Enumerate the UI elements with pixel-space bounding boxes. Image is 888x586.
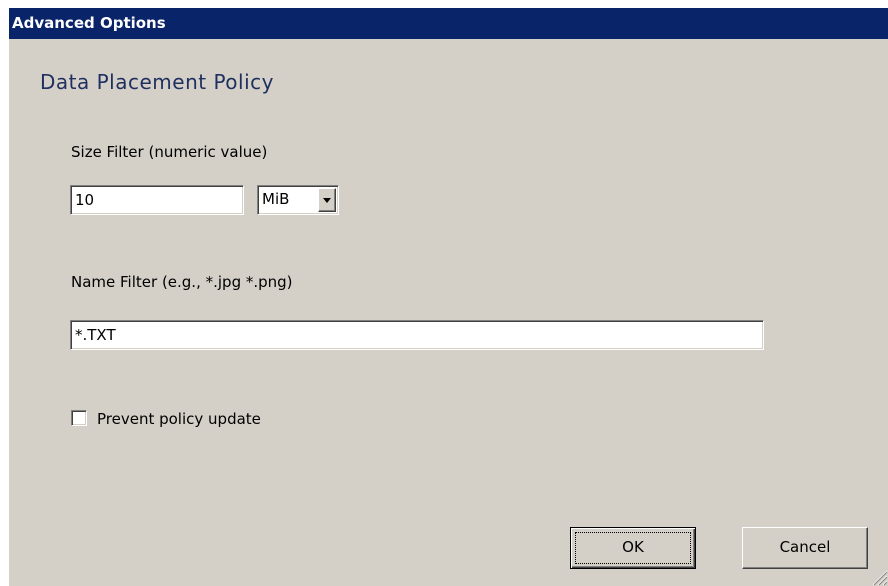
cancel-button[interactable]: Cancel [742, 527, 868, 569]
cancel-button-label: Cancel [779, 538, 831, 556]
size-filter-input[interactable]: 10 [70, 185, 244, 215]
dialog-title: Advanced Options [12, 14, 166, 32]
section-title: Data Placement Policy [40, 70, 274, 94]
size-unit-value: MiB [262, 190, 290, 208]
resize-grip-icon[interactable] [870, 568, 888, 586]
ok-button-label: OK [622, 538, 644, 556]
name-filter-input[interactable]: *.TXT [70, 320, 764, 350]
name-filter-label: Name Filter (e.g., *.jpg *.png) [71, 273, 293, 291]
prevent-policy-update-checkbox[interactable] [71, 410, 87, 426]
prevent-policy-update-label: Prevent policy update [97, 410, 261, 428]
chevron-down-icon[interactable] [318, 188, 336, 212]
size-unit-dropdown[interactable]: MiB [257, 185, 339, 215]
ok-button[interactable]: OK [570, 527, 696, 569]
dialog-title-bar[interactable]: Advanced Options [9, 8, 888, 39]
size-filter-label: Size Filter (numeric value) [71, 143, 268, 161]
advanced-options-dialog: Advanced Options Data Placement Policy S… [8, 8, 888, 586]
